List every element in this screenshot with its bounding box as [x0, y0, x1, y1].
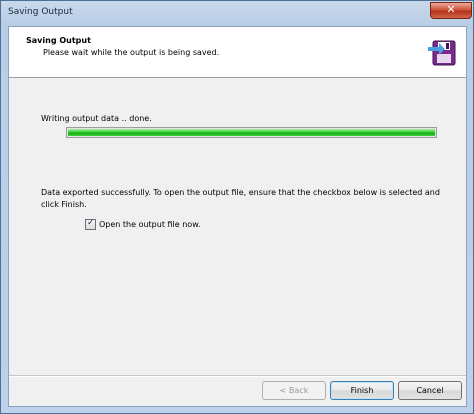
window-title: Saving Output: [8, 7, 73, 17]
back-button[interactable]: < Back: [262, 381, 326, 400]
wizard-window: Saving Output ✕ Saving Output Please wai…: [0, 0, 474, 414]
floppy-disk-save-icon: [428, 40, 456, 66]
open-output-checkbox[interactable]: ✓: [85, 218, 96, 230]
cancel-button[interactable]: Cancel: [398, 381, 462, 400]
progress-status-text: Writing output data .. done.: [41, 114, 152, 123]
progress-bar: [66, 127, 437, 138]
header-title: Saving Output: [26, 36, 91, 45]
close-button[interactable]: ✕: [430, 2, 472, 19]
progress-bar-fill: [68, 129, 435, 136]
wizard-client-area: Saving Output Please wait while the outp…: [8, 26, 467, 407]
checkmark-icon: ✓: [87, 218, 95, 228]
header-subtitle: Please wait while the output is being sa…: [43, 48, 220, 57]
finish-button[interactable]: Finish: [330, 381, 394, 400]
close-icon: ✕: [446, 3, 456, 16]
result-message: Data exported successfully. To open the …: [41, 188, 440, 209]
open-output-checkbox-label[interactable]: Open the output file now.: [99, 220, 201, 229]
wizard-header: Saving Output Please wait while the outp…: [9, 27, 466, 78]
button-separator: [9, 375, 466, 377]
title-bar[interactable]: Saving Output ✕: [1, 1, 473, 25]
